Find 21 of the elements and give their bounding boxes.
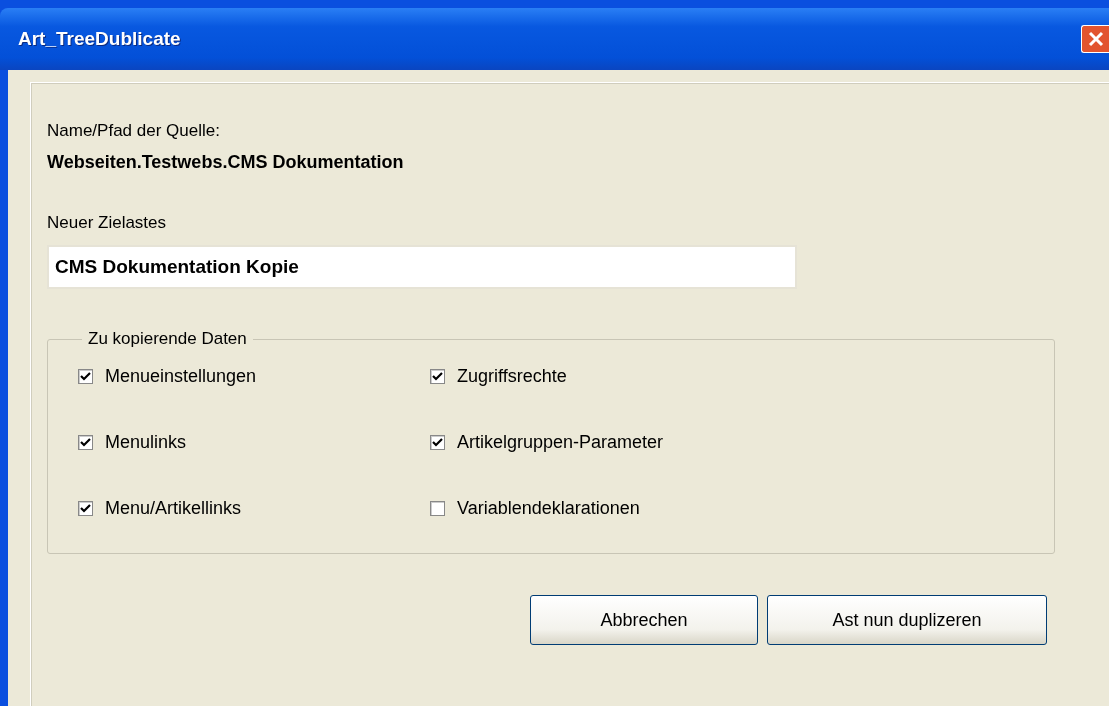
close-button[interactable]	[1081, 25, 1109, 53]
checkbox[interactable]	[78, 368, 93, 384]
checkbox[interactable]	[78, 500, 93, 516]
dialog-button[interactable]: Ast nun duplizeren	[767, 595, 1047, 645]
dialog-button[interactable]: Abbrechen	[530, 595, 758, 645]
checkbox-label[interactable]: Menulinks	[105, 431, 187, 453]
group-legend: Zu kopierende Daten	[82, 329, 253, 349]
target-label: Neuer Zielastes	[47, 213, 168, 233]
checkbox[interactable]	[430, 500, 445, 516]
checkbox-label[interactable]: Artikelgruppen-Parameter	[457, 431, 664, 453]
checkbox[interactable]	[430, 368, 445, 384]
checkbox[interactable]	[430, 434, 445, 450]
source-label: Name/Pfad der Quelle:	[47, 121, 221, 141]
window-title: Art_TreeDublicate	[18, 28, 181, 50]
checkbox-label[interactable]: Zugriffsrechte	[457, 365, 567, 387]
source-path: Webseiten.Testwebs.CMS Dokumentation	[47, 152, 405, 173]
checkbox-label[interactable]: Menu/Artikellinks	[105, 497, 242, 519]
target-name-field[interactable]: CMS Dokumentation Kopie	[47, 245, 797, 289]
checkbox[interactable]	[78, 434, 93, 450]
checkbox-label[interactable]: Variablendeklarationen	[457, 497, 640, 519]
checkbox-label[interactable]: Menueinstellungen	[105, 365, 257, 387]
